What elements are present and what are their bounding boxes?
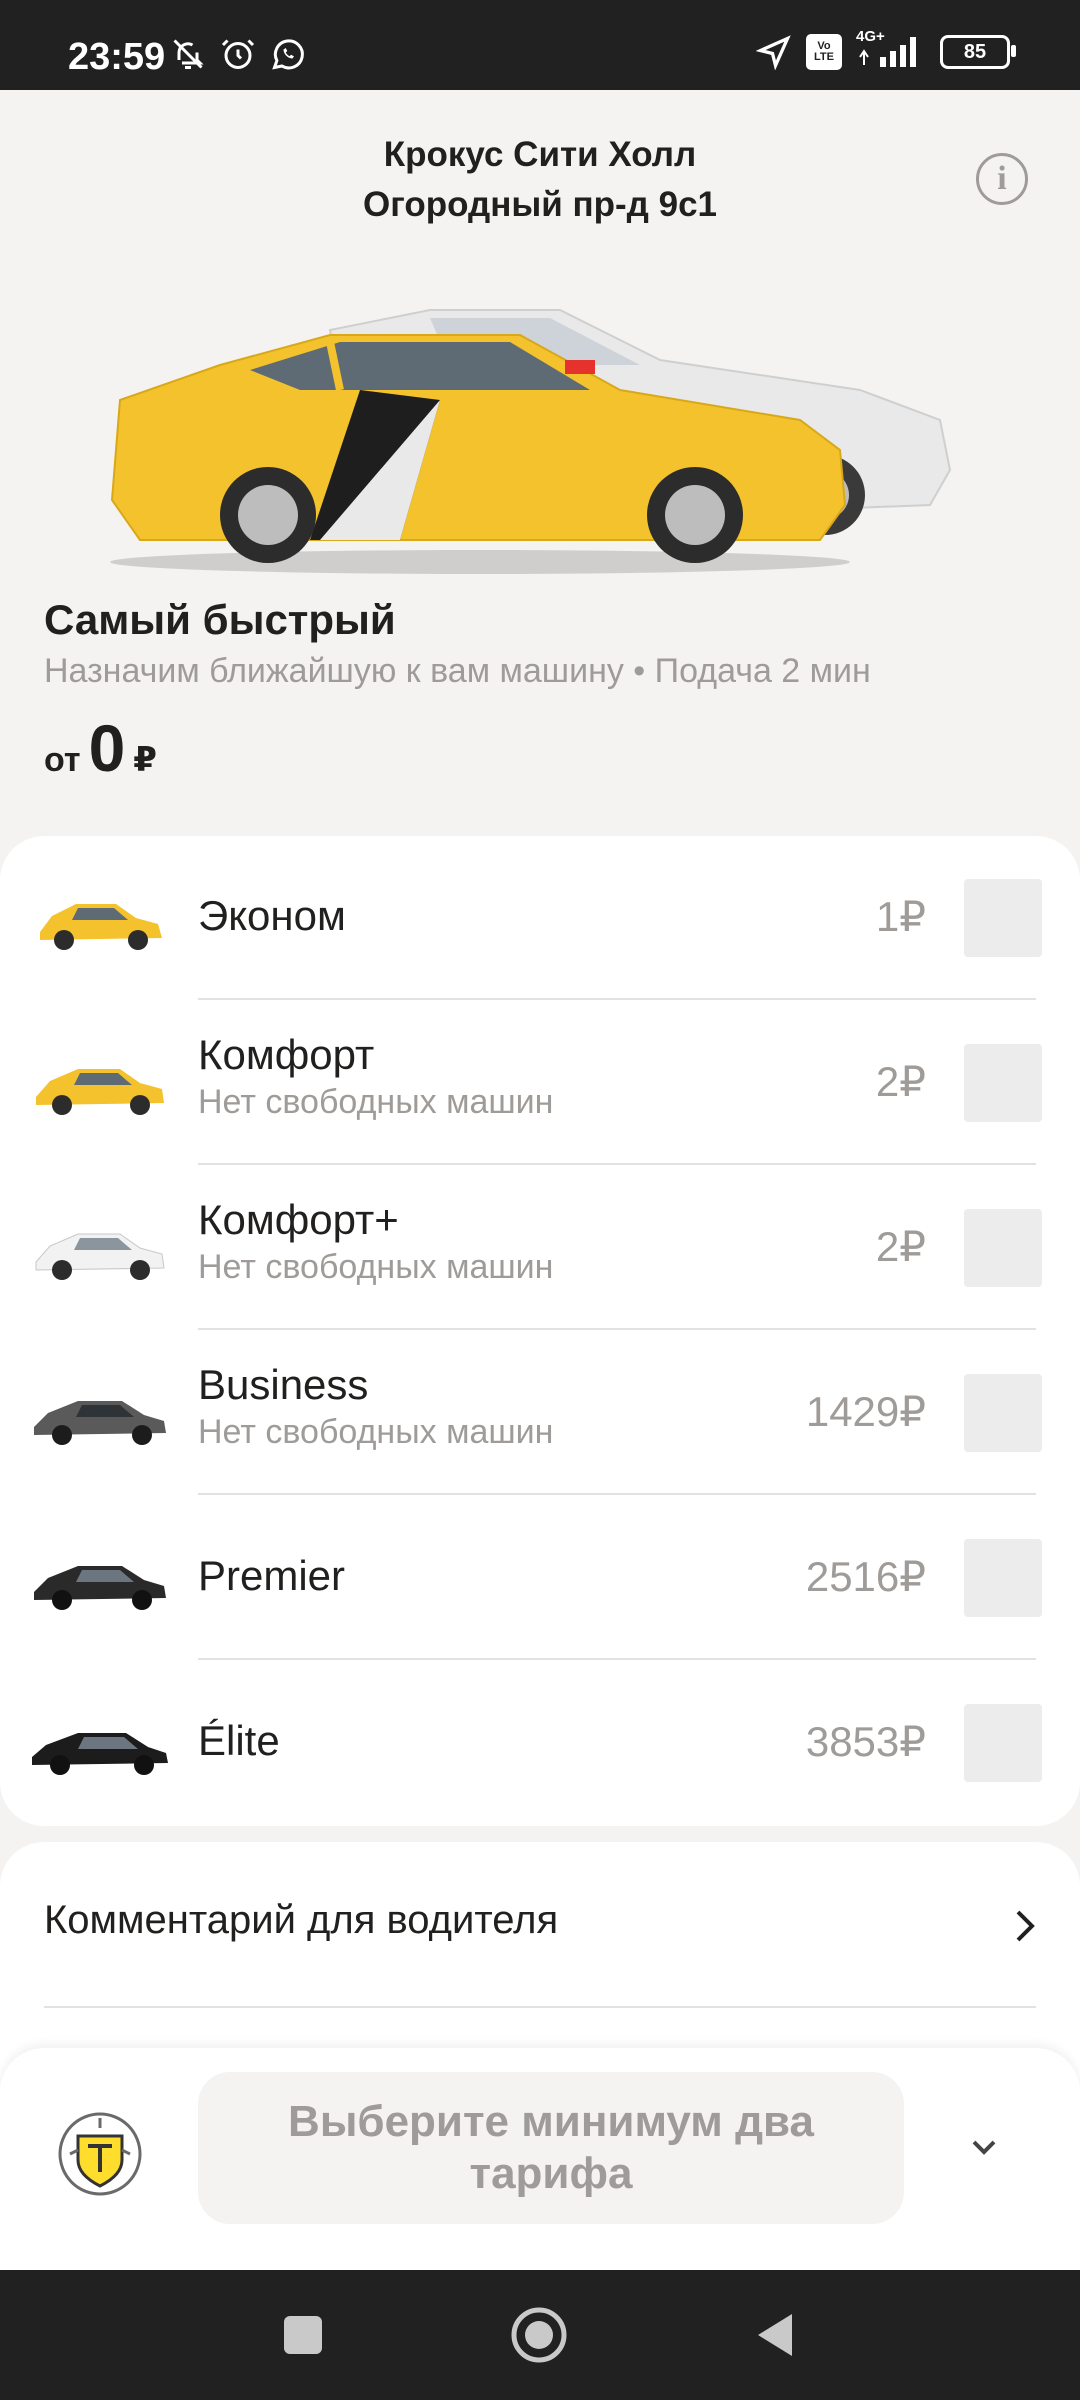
tariff-price: 1₽: [875, 893, 926, 940]
tariff-name: Élite: [198, 1717, 280, 1764]
tariff-name: Эконом: [198, 892, 346, 939]
price-value: 0: [88, 711, 126, 785]
selected-tariff-title: Самый быстрый: [44, 596, 396, 643]
tariff-checkbox[interactable]: [964, 1539, 1042, 1617]
alarm-icon: [221, 39, 255, 69]
tinkoff-logo[interactable]: [56, 2110, 144, 2198]
tariff-price: 2₽: [875, 1058, 926, 1105]
order-button[interactable]: Выберите минимум два тарифа: [198, 2072, 904, 2224]
selected-tariff-price: от 0 ₽: [44, 710, 157, 786]
recent-apps-button[interactable]: [284, 2316, 322, 2354]
divider: [198, 1328, 1036, 1330]
address-line-1: Крокус Сити Холл: [383, 135, 697, 174]
tariff-row-elite[interactable]: Élite 3853₽: [0, 1661, 1080, 1825]
address-line-2: Огородный пр-д 9с1: [362, 185, 718, 224]
tariff-price: 2₽: [875, 1223, 926, 1270]
hero-taxi-illustration: [110, 309, 952, 574]
chevron-right-icon: [1016, 1910, 1035, 1942]
car-business-icon: [34, 1401, 166, 1445]
tariff-availability: Нет свободных машин: [198, 1248, 554, 1286]
tariff-price: 2516₽: [805, 1553, 926, 1600]
tariff-row-business[interactable]: Business Нет свободных машин 1429₽: [0, 1331, 1080, 1495]
car-comfort-icon: [36, 1069, 164, 1115]
system-navigation-bar: [0, 2270, 1080, 2400]
bell-off-icon: [173, 39, 204, 69]
status-time: 23:59: [68, 36, 166, 78]
volte-icon: Vo LTE: [806, 34, 842, 70]
tariff-row-econom[interactable]: Эконом 1₽: [0, 836, 1080, 1000]
tariff-name: Комфорт: [198, 1031, 375, 1078]
tariff-checkbox[interactable]: [964, 1704, 1042, 1782]
tariff-price: 3853₽: [805, 1718, 926, 1765]
driver-comment-label: Комментарий для водителя: [44, 1898, 559, 1942]
car-comfort-plus-icon: [35, 1233, 165, 1280]
tariff-price: 1429₽: [805, 1388, 926, 1435]
order-button-label: Выберите минимум два тарифа: [288, 2097, 814, 2198]
home-button[interactable]: [510, 2306, 568, 2364]
location-arrow-icon: [756, 35, 791, 70]
signal-icon: 4G+: [856, 29, 926, 69]
tariff-row-comfort[interactable]: Комфорт Нет свободных машин 2₽: [0, 1001, 1080, 1165]
order-panel: Выберите минимум два тарифа: [0, 2048, 1080, 2270]
status-bar: 23:59 Vo LTE 4G+ 85: [0, 0, 1080, 90]
tariff-list: Эконом 1₽ Комфорт Нет свободных машин 2₽…: [0, 836, 1080, 1826]
battery-icon: 85: [940, 35, 1016, 69]
tariff-checkbox[interactable]: [964, 1374, 1042, 1452]
tariff-row-comfort-plus[interactable]: Комфорт+ Нет свободных машин 2₽: [0, 1166, 1080, 1330]
tariff-availability: Нет свободных машин: [198, 1413, 554, 1451]
car-elite-icon: [32, 1733, 168, 1775]
tariff-name: Premier: [198, 1552, 346, 1599]
divider: [198, 998, 1036, 1000]
divider: [198, 1163, 1036, 1165]
tariff-name: Комфорт+: [198, 1196, 399, 1243]
divider: [198, 1493, 1036, 1495]
chevron-down-icon[interactable]: [962, 2126, 1006, 2170]
tariff-row-premier[interactable]: Premier 2516₽: [0, 1496, 1080, 1660]
status-left-icons: [170, 36, 306, 72]
price-currency: ₽: [133, 741, 157, 779]
tariff-checkbox[interactable]: [964, 1044, 1042, 1122]
divider: [44, 2006, 1036, 2008]
price-prefix: от: [44, 741, 81, 779]
tariff-checkbox[interactable]: [964, 879, 1042, 957]
car-econom-icon: [40, 904, 162, 950]
tariff-availability: Нет свободных машин: [198, 1083, 554, 1121]
divider: [198, 1658, 1036, 1660]
tariff-checkbox[interactable]: [964, 1209, 1042, 1287]
tariff-name: Business: [198, 1361, 369, 1408]
whatsapp-icon: [272, 39, 304, 70]
info-icon: i: [997, 160, 1007, 197]
status-right-icons: Vo LTE 4G+ 85: [756, 29, 1016, 70]
back-button[interactable]: [754, 2310, 796, 2360]
info-button[interactable]: i: [976, 153, 1028, 205]
selected-tariff-subtitle: Назначим ближайшую к вам машину • Подача…: [44, 652, 871, 690]
pickup-address[interactable]: Крокус Сити Холл Огородный пр-д 9с1: [0, 130, 1080, 230]
car-premier-icon: [34, 1566, 166, 1610]
